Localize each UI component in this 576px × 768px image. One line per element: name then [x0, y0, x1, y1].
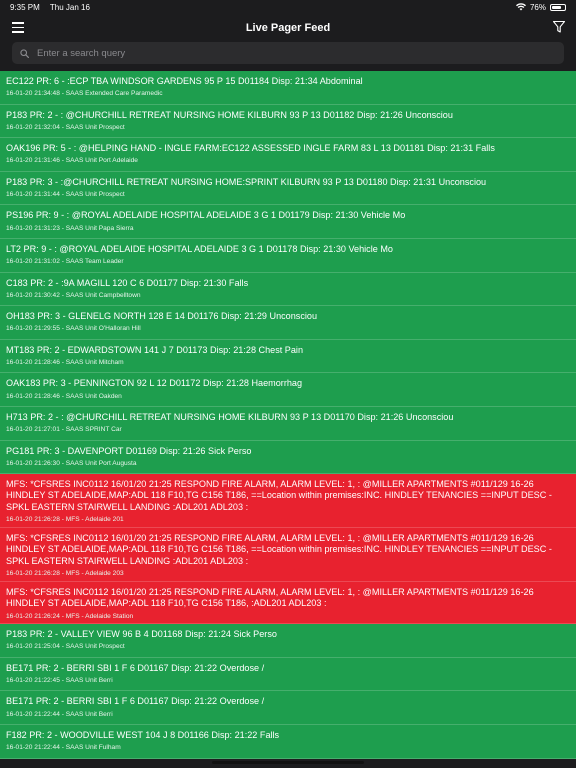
feed-item-meta: 16-01-20 21:26:28 - MFS - Adelaide 203 — [6, 570, 124, 578]
status-left: 9:35 PM Thu Jan 16 — [10, 3, 98, 12]
feed-item[interactable]: BE171 PR: 2 - BERRI SBI 1 F 6 D01167 Dis… — [0, 657, 576, 692]
hamburger-menu-icon[interactable] — [12, 22, 24, 33]
feed-item-message: H713 PR: 2 - : @CHURCHILL RETREAT NURSIN… — [6, 411, 454, 422]
feed-item[interactable]: F182 PR: 2 - WOODVILLE WEST 104 J 8 D011… — [0, 724, 576, 759]
filter-funnel-icon[interactable] — [552, 20, 566, 34]
status-bar: 9:35 PM Thu Jan 16 76% — [0, 0, 576, 14]
feed-item-meta: 16-01-20 21:30:42 - SAAS Unit Campbellto… — [6, 291, 141, 299]
feed-item-message: EC122 PR: 6 - :ECP TBA WINDSOR GARDENS 9… — [6, 76, 363, 86]
feed-item-meta: 16-01-20 21:31:02 - SAAS Team Leader — [6, 258, 124, 266]
feed-item-message: MFS: *CFSRES INC0112 16/01/20 21:25 RESP… — [6, 587, 534, 609]
feed-item[interactable]: PS196 PR: 9 - : @ROYAL ADELAIDE HOSPITAL… — [0, 205, 576, 239]
feed-item[interactable]: MFS: *CFSRES INC0112 16/01/20 21:25 RESP… — [0, 582, 576, 625]
feed-item-message: F182 PR: 2 - WOODVILLE WEST 104 J 8 D011… — [6, 729, 280, 740]
feed-item-message: P183 PR: 3 - :@CHURCHILL RETREAT NURSING… — [6, 176, 487, 187]
feed-item[interactable]: LT2 PR: 9 - : @ROYAL ADELAIDE HOSPITAL A… — [0, 238, 576, 273]
feed-item-message: P183 PR: 2 - VALLEY VIEW 96 B 4 D01168 D… — [6, 629, 277, 640]
feed-item[interactable]: P183 PR: 2 - VALLEY VIEW 96 B 4 D01168 D… — [0, 624, 576, 658]
feed-item[interactable]: EC122 PR: 6 - :ECP TBA WINDSOR GARDENS 9… — [0, 71, 576, 105]
search-icon — [20, 48, 29, 58]
feed-item[interactable]: MT183 PR: 2 - EDWARDSTOWN 141 J 7 D01173… — [0, 339, 576, 374]
feed-item-meta: 16-01-20 21:26:28 - MFS - Adelaide 201 — [6, 516, 124, 524]
feed-item-message: BE171 PR: 2 - BERRI SBI 1 F 6 D01167 Dis… — [6, 696, 265, 707]
feed-item-meta: 16-01-20 21:29:55 - SAAS Unit O'Halloran… — [6, 325, 141, 333]
search-box[interactable] — [12, 42, 564, 64]
feed-item-message: OAK196 PR: 5 - : @HELPING HAND - INGLE F… — [6, 143, 495, 154]
feed-item[interactable]: MFS: *CFSRES INC0112 16/01/20 21:25 RESP… — [0, 474, 576, 529]
search-bar — [0, 42, 576, 70]
feed-item-message: MFS: *CFSRES INC0112 16/01/20 21:25 RESP… — [6, 533, 552, 566]
feed-item-meta: 16-01-20 21:31:46 - SAAS Unit Port Adela… — [6, 157, 138, 165]
feed-item-message: C183 PR: 2 - :9A MAGILL 120 C 6 D01177 D… — [6, 277, 249, 288]
feed-item-message: PS196 PR: 9 - : @ROYAL ADELAIDE HOSPITAL… — [6, 210, 406, 221]
battery-icon — [550, 3, 566, 11]
feed-item-meta: 16-01-20 21:22:45 - SAAS Unit Berri — [6, 677, 113, 685]
feed-item-meta: 16-01-20 21:27:01 - SAAS SPRINT Car — [6, 426, 122, 434]
feed-item[interactable]: P183 PR: 3 - :@CHURCHILL RETREAT NURSING… — [0, 171, 576, 206]
feed-item-meta: 16-01-20 21:31:23 - SAAS Unit Papa Sierr… — [6, 224, 134, 232]
feed-item-meta: 16-01-20 21:22:44 - SAAS Unit Berri — [6, 710, 113, 718]
feed-item[interactable]: OAK196 PR: 5 - : @HELPING HAND - INGLE F… — [0, 138, 576, 172]
pager-feed-list: EC122 PR: 6 - :ECP TBA WINDSOR GARDENS 9… — [0, 71, 576, 759]
status-date: Thu Jan 16 — [49, 2, 90, 12]
feed-item-message: OAK183 PR: 3 - PENNINGTON 92 L 12 D01172… — [6, 378, 303, 389]
feed-item[interactable]: MFS: *CFSRES INC0112 16/01/20 21:25 RESP… — [0, 528, 576, 583]
feed-item-meta: 16-01-20 21:28:46 - SAAS Unit Mitcham — [6, 359, 124, 367]
feed-item-meta: 16-01-20 21:34:48 - SAAS Extended Care P… — [6, 90, 163, 98]
page-title: Live Pager Feed — [245, 22, 331, 34]
feed-item-message: OH183 PR: 3 - GLENELG NORTH 128 E 14 D01… — [6, 311, 318, 322]
feed-item-meta: 16-01-20 21:22:44 - SAAS Unit Fulham — [6, 744, 121, 752]
feed-item[interactable]: C183 PR: 2 - :9A MAGILL 120 C 6 D01177 D… — [0, 272, 576, 307]
battery-percent: 76% — [529, 2, 546, 12]
feed-item[interactable]: P183 PR: 2 - : @CHURCHILL RETREAT NURSIN… — [0, 104, 576, 139]
search-input[interactable] — [35, 46, 556, 60]
status-time: 9:35 PM — [10, 2, 40, 12]
feed-item-meta: 16-01-20 21:25:04 - SAAS Unit Prospect — [6, 643, 125, 651]
home-indicator — [212, 761, 364, 764]
status-right: 76% — [515, 2, 566, 12]
feed-item-message: LT2 PR: 9 - : @ROYAL ADELAIDE HOSPITAL A… — [6, 243, 393, 254]
feed-item-message: MFS: *CFSRES INC0112 16/01/20 21:25 RESP… — [6, 479, 552, 512]
feed-item[interactable]: H713 PR: 2 - : @CHURCHILL RETREAT NURSIN… — [0, 406, 576, 441]
feed-item-meta: 16-01-20 21:32:04 - SAAS Unit Prospect — [6, 123, 125, 131]
feed-item-message: P183 PR: 2 - : @CHURCHILL RETREAT NURSIN… — [6, 109, 453, 120]
feed-item-message: BE171 PR: 2 - BERRI SBI 1 F 6 D01167 Dis… — [6, 662, 265, 673]
feed-item[interactable]: BE171 PR: 2 - BERRI SBI 1 F 6 D01167 Dis… — [0, 691, 576, 725]
feed-item-meta: 16-01-20 21:26:30 - SAAS Unit Port Augus… — [6, 459, 137, 467]
feed-item-meta: 16-01-20 21:26:24 - MFS - Adelaide Stati… — [6, 612, 134, 620]
nav-bar: Live Pager Feed — [0, 14, 576, 42]
feed-item-message: PG181 PR: 3 - DAVENPORT D01169 Disp: 21:… — [6, 445, 252, 456]
feed-item-meta: 16-01-20 21:28:46 - SAAS Unit Oakden — [6, 392, 122, 400]
feed-item[interactable]: PG181 PR: 3 - DAVENPORT D01169 Disp: 21:… — [0, 440, 576, 475]
feed-item[interactable]: OH183 PR: 3 - GLENELG NORTH 128 E 14 D01… — [0, 306, 576, 340]
feed-item-message: MT183 PR: 2 - EDWARDSTOWN 141 J 7 D01173… — [6, 344, 304, 355]
wifi-icon — [515, 3, 526, 11]
feed-item[interactable]: OAK183 PR: 3 - PENNINGTON 92 L 12 D01172… — [0, 373, 576, 407]
feed-item-meta: 16-01-20 21:31:44 - SAAS Unit Prospect — [6, 191, 125, 199]
